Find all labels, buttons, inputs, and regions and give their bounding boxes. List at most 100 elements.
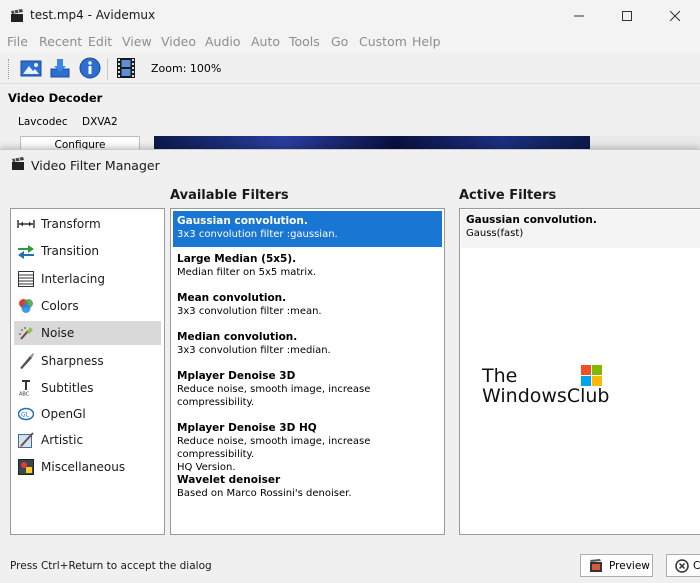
menu-audio[interactable]: Audio bbox=[205, 34, 241, 49]
noise-icon bbox=[17, 324, 35, 342]
preview-icon bbox=[590, 558, 602, 572]
save-video-button[interactable] bbox=[48, 56, 72, 80]
category-subtitles[interactable]: ABC Subtitles bbox=[14, 376, 161, 400]
category-label: Miscellaneous bbox=[41, 460, 126, 474]
windows-logo-icon bbox=[581, 365, 602, 386]
subtitles-icon: ABC bbox=[17, 379, 35, 397]
available-filters-list: Gaussian convolution. 3x3 convolution fi… bbox=[170, 208, 445, 535]
minimize-button[interactable] bbox=[556, 0, 602, 31]
app-root: test.mp4 - Avidemux File Recent Edit Vie… bbox=[0, 0, 700, 583]
watermark-text: The bbox=[482, 365, 518, 387]
artistic-icon bbox=[17, 431, 35, 449]
menu-help[interactable]: Help bbox=[412, 34, 441, 49]
menu-edit[interactable]: Edit bbox=[88, 34, 112, 49]
filter-description: 3x3 convolution filter :median. bbox=[177, 345, 331, 356]
menu-custom[interactable]: Custom bbox=[359, 34, 407, 49]
miscellaneous-icon bbox=[17, 458, 35, 476]
toolbar-separator bbox=[107, 58, 108, 80]
clapperboard-icon bbox=[12, 157, 24, 170]
video-decoder-title: Video Decoder bbox=[8, 91, 103, 105]
category-label: Sharpness bbox=[41, 354, 104, 368]
menu-tools[interactable]: Tools bbox=[289, 34, 320, 49]
active-filter-name: Gaussian convolution. bbox=[466, 214, 597, 226]
interlacing-icon bbox=[17, 270, 35, 288]
category-sharpness[interactable]: Sharpness bbox=[14, 349, 161, 373]
svg-text:GL: GL bbox=[21, 412, 30, 419]
menu-video[interactable]: Video bbox=[161, 34, 196, 49]
category-opengl[interactable]: GL OpenGl bbox=[14, 402, 161, 426]
filter-description: Reduce noise, smooth image, increase com… bbox=[177, 436, 371, 460]
close-circle-icon bbox=[675, 558, 689, 573]
filter-mplayer-denoise-3d-hq[interactable]: Mplayer Denoise 3D HQ Reduce noise, smoo… bbox=[173, 418, 442, 473]
close-dialog-button[interactable]: Cl bbox=[666, 554, 700, 577]
filter-description: Median filter on 5x5 matrix. bbox=[177, 267, 317, 278]
watermark-text: WindowsClub bbox=[482, 385, 610, 407]
save-download-icon bbox=[50, 59, 70, 78]
clapperboard-icon bbox=[11, 9, 23, 22]
sharpness-icon bbox=[17, 352, 35, 370]
filter-large-median[interactable]: Large Median (5x5). Median filter on 5x5… bbox=[173, 249, 442, 285]
category-label: Transition bbox=[41, 244, 100, 258]
category-label: Interlacing bbox=[41, 272, 106, 286]
filter-description: 3x3 convolution filter :mean. bbox=[177, 306, 322, 317]
category-label: Transform bbox=[41, 217, 101, 231]
filter-description: Reduce noise, smooth image, increase com… bbox=[177, 384, 371, 408]
open-video-button[interactable] bbox=[19, 56, 43, 80]
video-filter-manager-dialog: Video Filter Manager Available Filters A… bbox=[0, 149, 700, 583]
maximize-button[interactable] bbox=[604, 0, 650, 31]
menu-bar: File Recent Edit View Video Audio Auto T… bbox=[0, 31, 700, 53]
filter-median-convolution[interactable]: Median convolution. 3x3 convolution filt… bbox=[173, 327, 442, 363]
category-label: Subtitles bbox=[41, 381, 94, 395]
available-filters-heading: Available Filters bbox=[170, 188, 289, 203]
menu-recent[interactable]: Recent bbox=[39, 34, 82, 49]
filter-gaussian-convolution[interactable]: Gaussian convolution. 3x3 convolution fi… bbox=[173, 211, 442, 247]
close-icon bbox=[670, 10, 680, 21]
category-label: Artistic bbox=[41, 433, 84, 447]
menu-go[interactable]: Go bbox=[331, 34, 348, 49]
transform-icon bbox=[17, 215, 35, 233]
dxva2-label: DXVA2 bbox=[82, 116, 118, 128]
close-window-button[interactable] bbox=[652, 0, 698, 31]
menu-file[interactable]: File bbox=[7, 34, 28, 49]
filter-mplayer-denoise-3d[interactable]: Mplayer Denoise 3D Reduce noise, smooth … bbox=[173, 366, 442, 416]
filter-name: Wavelet denoiser bbox=[177, 474, 281, 486]
video-output-button[interactable] bbox=[114, 56, 138, 80]
category-noise[interactable]: Noise bbox=[14, 321, 161, 345]
maximize-icon bbox=[622, 10, 632, 21]
menu-view[interactable]: View bbox=[122, 34, 152, 49]
category-transition[interactable]: Transition bbox=[14, 239, 161, 263]
opengl-icon: GL bbox=[17, 405, 35, 423]
svg-text:ABC: ABC bbox=[19, 392, 30, 397]
category-miscellaneous[interactable]: Miscellaneous bbox=[14, 455, 161, 479]
accept-hint: Press Ctrl+Return to accept the dialog bbox=[10, 560, 212, 572]
category-colors[interactable]: Colors bbox=[14, 294, 161, 318]
filter-name: Median convolution. bbox=[177, 331, 298, 343]
category-artistic[interactable]: Artistic bbox=[14, 428, 161, 452]
colors-icon bbox=[17, 297, 35, 315]
filter-mean-convolution[interactable]: Mean convolution. 3x3 convolution filter… bbox=[173, 288, 442, 324]
category-label: Noise bbox=[41, 326, 75, 340]
properties-button[interactable] bbox=[78, 56, 102, 80]
filter-description: Based on Marco Rossini's denoiser. bbox=[177, 488, 352, 499]
info-icon bbox=[79, 57, 101, 79]
filter-name: Mplayer Denoise 3D HQ bbox=[177, 422, 317, 434]
filter-wavelet-denoiser[interactable]: Wavelet denoiser Based on Marco Rossini'… bbox=[173, 470, 442, 506]
filter-name: Mplayer Denoise 3D bbox=[177, 370, 296, 382]
transition-icon bbox=[17, 242, 35, 260]
active-filters-list: Gaussian convolution. Gauss(fast) The Wi… bbox=[459, 208, 700, 535]
toolbar-grip[interactable] bbox=[8, 59, 11, 79]
zoom-level: Zoom: 100% bbox=[151, 62, 222, 75]
category-interlacing[interactable]: Interlacing bbox=[14, 267, 161, 291]
category-transform[interactable]: Transform bbox=[14, 212, 161, 236]
lavcodec-label: Lavcodec bbox=[18, 116, 68, 128]
preview-button[interactable]: Preview bbox=[580, 554, 653, 577]
active-filter-gaussian-convolution[interactable]: Gaussian convolution. Gauss(fast) bbox=[461, 210, 700, 248]
open-image-icon bbox=[20, 60, 42, 77]
category-label: Colors bbox=[41, 299, 79, 313]
window-title: test.mp4 - Avidemux bbox=[30, 8, 156, 22]
filter-name: Mean convolution. bbox=[177, 292, 287, 304]
filter-category-list: Transform Transition Interlacing Colors bbox=[10, 208, 165, 535]
toolbar: Zoom: 100% bbox=[0, 53, 700, 84]
menu-auto[interactable]: Auto bbox=[251, 34, 280, 49]
dialog-title: Video Filter Manager bbox=[31, 158, 160, 173]
